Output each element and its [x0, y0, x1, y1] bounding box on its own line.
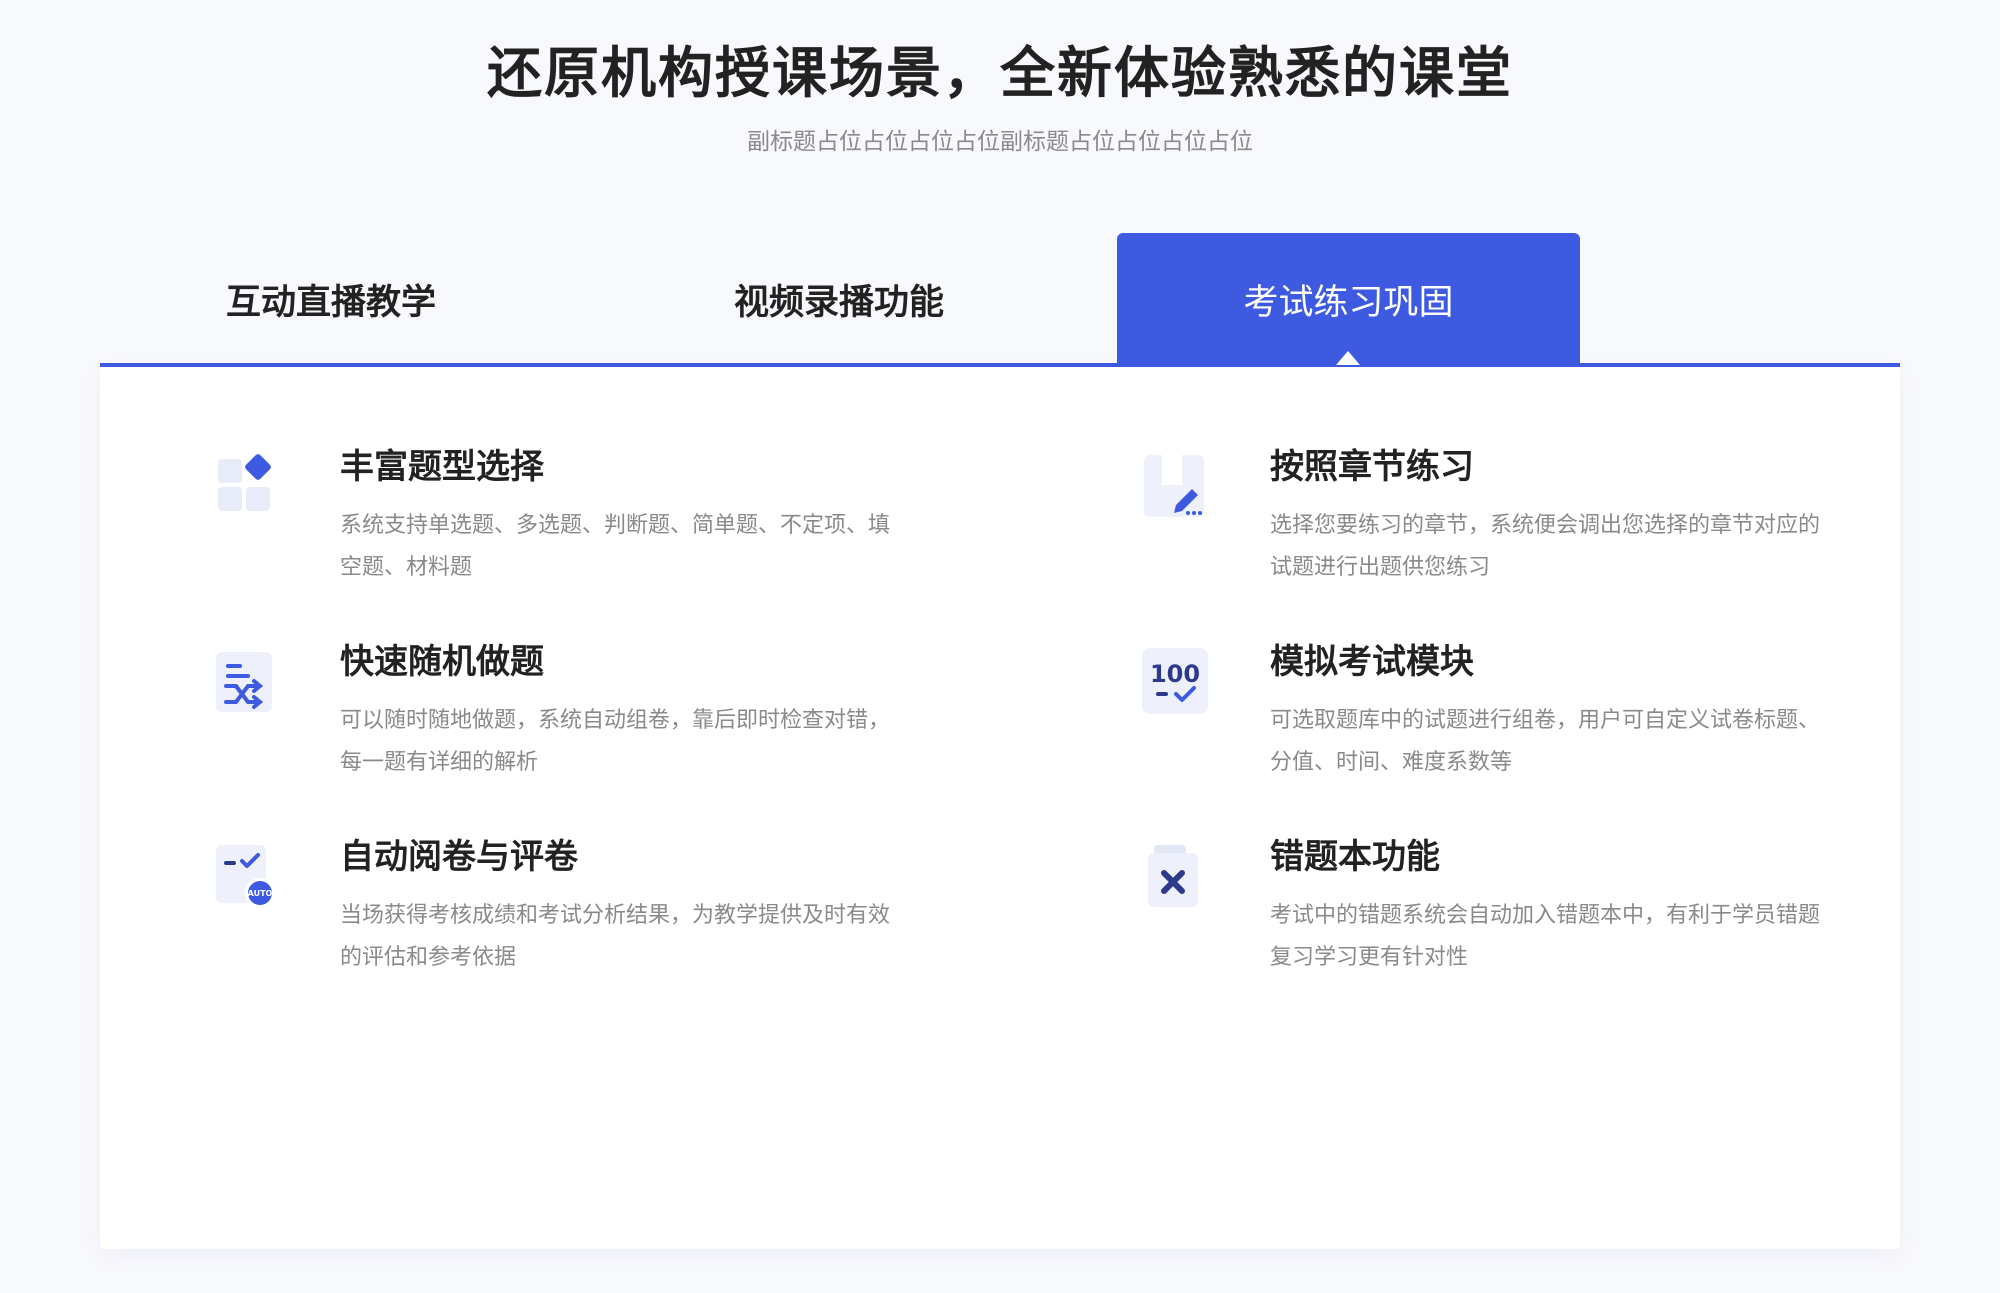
feature-description: 可选取题库中的试题进行组卷，用户可自定义试卷标题、分值、时间、难度系数等 — [1270, 708, 1821, 775]
feature-item: 错题本功能 考试中的错题系统会自动加入错题本中，有利于学员错题复习学习更有针对性 — [1140, 829, 1840, 999]
feature-description: 可以随时随地做题，系统自动组卷，靠后即时检查对错，每一题有详细的解析 — [340, 708, 891, 775]
feature-description: 系统支持单选题、多选题、判断题、简单题、不定项、填空题、材料题 — [340, 513, 891, 580]
feature-title: 自动阅卷与评卷 — [340, 837, 578, 877]
feature-description: 当场获得考核成绩和考试分析结果，为教学提供及时有效的评估和参考依据 — [340, 903, 891, 970]
tab-exam-practice[interactable]: 考试练习巩固 — [1117, 233, 1580, 365]
score-100-icon: 100 — [1140, 646, 1210, 716]
feature-description: 考试中的错题系统会自动加入错题本中，有利于学员错题复习学习更有针对性 — [1270, 903, 1821, 970]
features-panel: 丰富题型选择 系统支持单选题、多选题、判断题、简单题、不定项、填空题、材料题 按… — [100, 367, 1900, 1249]
page-subtitle: 副标题占位占位占位占位副标题占位占位占位占位 — [747, 129, 1253, 155]
feature-title: 按照章节练习 — [1270, 447, 1474, 487]
feature-item: 100 模拟考试模块 可选取题库中的试题进行组卷，用户可自定义试卷标题、分值、时… — [1140, 634, 1840, 804]
svg-text:100: 100 — [1150, 660, 1200, 688]
chapter-practice-icon — [1140, 451, 1210, 521]
feature-item: 丰富题型选择 系统支持单选题、多选题、判断题、简单题、不定项、填空题、材料题 — [210, 439, 910, 609]
wrong-answers-icon — [1140, 841, 1210, 911]
tab-video-recording[interactable]: 视频录播功能 — [608, 233, 1070, 365]
feature-item: 快速随机做题 可以随时随地做题，系统自动组卷，靠后即时检查对错，每一题有详细的解… — [210, 634, 910, 804]
random-shuffle-icon — [210, 646, 280, 716]
page-title: 还原机构授课场景，全新体验熟悉的课堂 — [486, 41, 1513, 105]
feature-title: 模拟考试模块 — [1270, 642, 1474, 682]
tab-bar: 互动直播教学 视频录播功能 考试练习巩固 — [100, 233, 1900, 367]
active-tab-caret — [1336, 351, 1360, 365]
auto-grading-icon: AUTO — [210, 841, 280, 911]
feature-title: 快速随机做题 — [340, 642, 544, 682]
feature-title: 丰富题型选择 — [340, 447, 544, 487]
feature-item: AUTO 自动阅卷与评卷 当场获得考核成绩和考试分析结果，为教学提供及时有效的评… — [210, 829, 910, 999]
feature-title: 错题本功能 — [1270, 837, 1440, 877]
tab-live-teaching[interactable]: 互动直播教学 — [100, 233, 562, 365]
feature-item: 按照章节练习 选择您要练习的章节，系统便会调出您选择的章节对应的试题进行出题供您… — [1140, 439, 1840, 609]
question-types-icon — [210, 451, 280, 521]
feature-description: 选择您要练习的章节，系统便会调出您选择的章节对应的试题进行出题供您练习 — [1270, 513, 1821, 580]
auto-badge-text: AUTO — [248, 889, 273, 898]
